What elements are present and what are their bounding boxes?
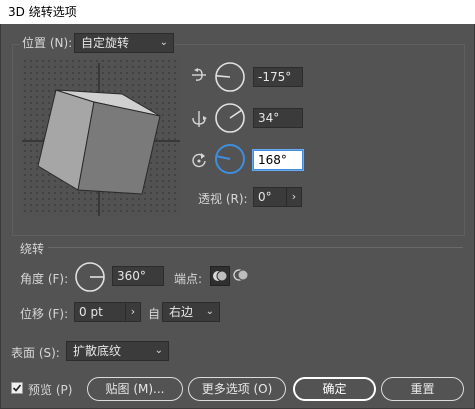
window-titlebar: 3D 绕转选项 [0, 0, 475, 24]
reset-button[interactable]: 重置 [381, 377, 464, 401]
rotate-x-axis-icon [190, 66, 208, 87]
perspective-field[interactable]: 0° [253, 187, 287, 207]
more-options-button[interactable]: 更多选项 (O) [188, 377, 286, 401]
window-title: 3D 绕转选项 [8, 5, 77, 19]
angle-label: 角度 (F): [20, 272, 69, 286]
cap-off-icon[interactable] [232, 266, 252, 286]
preview-checkbox[interactable] [11, 382, 23, 394]
rotate-x-field[interactable]: -175° [253, 67, 303, 87]
perspective-value: 0° [258, 190, 272, 204]
cap-label: 端点: [174, 272, 203, 286]
chevron-down-icon: ⌄ [159, 37, 168, 48]
rotate-y-field[interactable]: 34° [253, 108, 303, 128]
angle-value: 360° [117, 269, 146, 283]
cap-on-icon[interactable] [210, 266, 230, 286]
rotate-z-dial[interactable] [214, 143, 246, 178]
rotate-y-value: 34° [258, 111, 280, 125]
chevron-down-icon: ⌄ [154, 345, 163, 356]
surface-dropdown[interactable]: 扩散底纹 ⌄ [66, 341, 169, 361]
rotate-z-value: 168° [258, 153, 287, 167]
map-art-button[interactable]: 贴图 (M)... [87, 377, 183, 401]
revolve-divider [48, 247, 463, 248]
from-value: 右边 [169, 305, 194, 319]
position-preset-value: 自定旋转 [81, 36, 130, 50]
rotate-z-axis-icon [190, 151, 208, 172]
rotate-x-value: -175° [258, 70, 292, 84]
perspective-label: 透视 (R): [198, 192, 248, 206]
surface-label: 表面 (S): [11, 346, 60, 360]
rotate-y-axis-icon [190, 110, 208, 131]
offset-value: 0 pt [79, 305, 103, 319]
angle-field[interactable]: 360° [112, 266, 164, 286]
perspective-stepper[interactable]: › [286, 187, 302, 207]
chevron-down-icon: ⌄ [205, 306, 214, 317]
position-preset-dropdown[interactable]: 自定旋转 ⌄ [74, 33, 174, 53]
from-dropdown[interactable]: 右边 ⌄ [162, 302, 220, 322]
rotate-y-dial[interactable] [214, 102, 246, 137]
cube-preview-svg[interactable] [22, 58, 180, 216]
offset-stepper[interactable]: › [125, 302, 141, 322]
rotate-z-field[interactable]: 168° [253, 150, 303, 170]
revolve-section-label: 绕转 [20, 242, 45, 256]
surface-value: 扩散底纹 [73, 344, 122, 358]
offset-field[interactable]: 0 pt [74, 302, 126, 322]
preview-label: 预览 (P) [28, 383, 73, 397]
angle-dial[interactable] [74, 261, 106, 296]
checkmark-icon [12, 384, 22, 392]
from-label: 自 [148, 307, 161, 321]
position-label: 位置 (N): [20, 34, 75, 51]
ok-button[interactable]: 确定 [293, 377, 376, 401]
rotate-x-dial[interactable] [214, 61, 246, 96]
offset-label: 位移 (F): [20, 307, 69, 321]
track-cube-preview[interactable] [22, 58, 180, 216]
